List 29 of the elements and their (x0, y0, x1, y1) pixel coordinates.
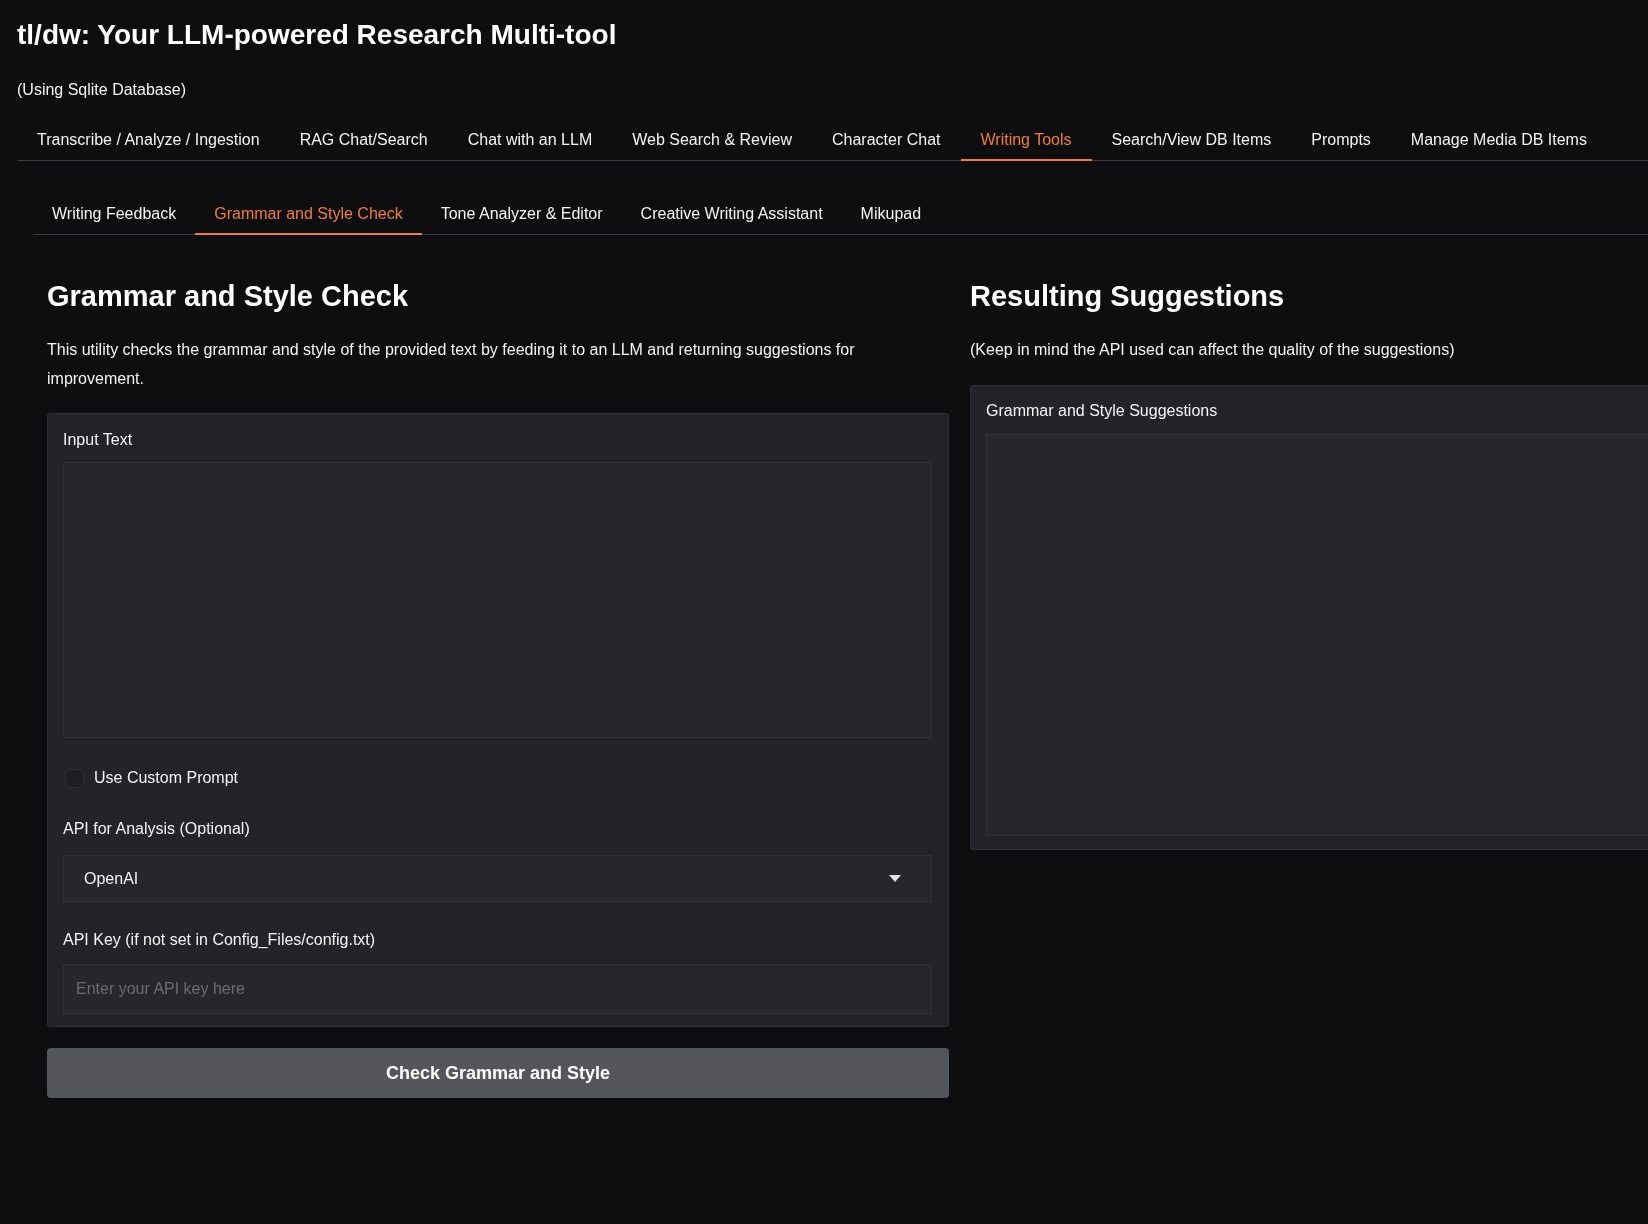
field-label: Grammar and Style Suggestions (986, 401, 1218, 421)
sub-tab[interactable]: Tone Analyzer & Editor (421, 195, 622, 235)
main-tab[interactable]: Writing Tools (960, 121, 1092, 161)
field-label: API for Analysis (Optional) (63, 819, 250, 839)
caret-icon (889, 875, 901, 882)
main-tab[interactable]: Prompts (1291, 121, 1391, 161)
subtitle: (Using Sqlite Database) (17, 80, 186, 100)
field-label: API Key (if not set in Config_Files/config.txt) (63, 930, 376, 950)
main-tab[interactable]: Character Chat (812, 121, 961, 161)
sub-tab[interactable]: Mikupad (841, 195, 941, 235)
main-tab[interactable]: Search/View DB Items (1091, 121, 1292, 161)
section-heading: Grammar and Style Check (47, 279, 409, 314)
check-grammar-button[interactable]: Check Grammar and Style (47, 1048, 949, 1098)
main-tab[interactable]: Web Search & Review (612, 121, 812, 161)
app-title: tl/dw: Your LLM-powered Research Multi-tool (17, 18, 617, 52)
section-heading: Resulting Suggestions (970, 279, 1285, 314)
main-tab[interactable]: Chat with an LLM (447, 121, 613, 161)
description-text: This utility checks the grammar and style of the provided text by feeding it to an LLM and returning suggestions for improvement. (47, 340, 856, 389)
checkbox-label: Use Custom Prompt (94, 768, 239, 788)
main-tab[interactable]: Transcribe / Analyze / Ingestion (17, 121, 280, 161)
sub-tab[interactable]: Writing Feedback (33, 195, 196, 235)
field-label: Input Text (63, 430, 133, 450)
main-tab[interactable]: RAG Chat/Search (279, 121, 448, 161)
api-dropdown[interactable]: OpenAI (63, 855, 932, 902)
note-text: (Keep in mind the API used can affect the quality of the suggestions) (970, 340, 1455, 360)
sub-tab[interactable]: Grammar and Style Check (195, 195, 422, 235)
main-tab[interactable]: Manage Media DB Items (1390, 121, 1607, 161)
api-key-field[interactable]: Enter your API key here (63, 964, 932, 1014)
sub-tab[interactable]: Creative Writing Assistant (621, 195, 842, 235)
